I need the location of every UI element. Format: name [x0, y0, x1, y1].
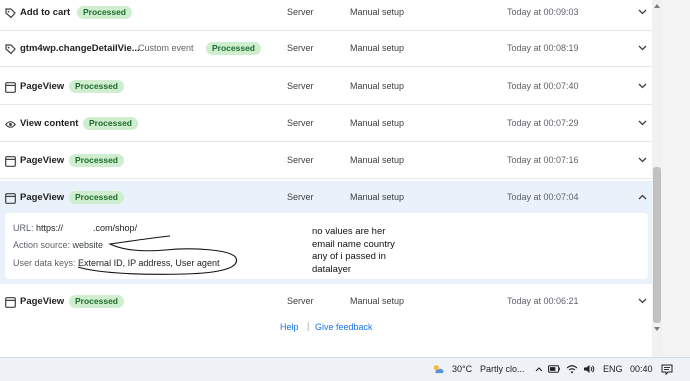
chevron-up-icon[interactable]	[637, 192, 647, 202]
browser-window-icon	[5, 297, 16, 308]
help-link[interactable]: Help	[280, 322, 299, 332]
give-feedback-link[interactable]: Give feedback	[315, 322, 373, 332]
setup-method: Manual setup	[350, 296, 405, 306]
detail-url-prefix: https://	[36, 223, 64, 233]
status-badge: Processed	[69, 295, 124, 308]
event-row[interactable]: View content Processed Server Manual set…	[0, 107, 652, 142]
cart-tag-icon	[5, 8, 16, 19]
event-row[interactable]: Add to cart Processed Server Manual setu…	[0, 0, 652, 31]
windows-taskbar: 30°C Partly clo... ENG 00:40	[0, 357, 690, 381]
event-name: PageView	[20, 155, 65, 166]
hand-drawn-arrow-annotation	[77, 235, 238, 275]
tag-icon	[5, 44, 16, 55]
setup-method: Manual setup	[350, 7, 405, 17]
event-source: Server	[287, 155, 314, 165]
status-badge: Processed	[69, 80, 124, 93]
event-timestamp: Today at 00:08:19	[507, 43, 579, 53]
event-row[interactable]: PageView Processed Server Manual setup T…	[0, 144, 652, 179]
notification-icon[interactable]	[661, 363, 673, 375]
battery-icon[interactable]	[548, 363, 560, 375]
event-source: Server	[287, 43, 314, 53]
event-row[interactable]: PageView Processed Server Manual setup T…	[0, 70, 652, 105]
browser-window-icon	[5, 193, 16, 204]
event-source: Server	[287, 81, 314, 91]
chevron-down-icon[interactable]	[637, 155, 647, 165]
event-timestamp: Today at 00:07:40	[507, 81, 579, 91]
browser-window-icon	[5, 82, 16, 93]
event-name: PageView	[20, 192, 65, 203]
event-source: Server	[287, 296, 314, 306]
setup-method: Manual setup	[350, 155, 405, 165]
weather-summary[interactable]: Partly clo...	[480, 364, 525, 374]
event-timestamp: Today at 00:07:16	[507, 155, 579, 165]
event-timestamp: Today at 00:07:04	[507, 192, 579, 202]
scrollbar-thumb[interactable]	[653, 167, 661, 323]
event-timestamp: Today at 00:06:21	[507, 296, 579, 306]
event-source: Server	[287, 192, 314, 202]
volume-icon[interactable]	[583, 363, 595, 375]
event-row[interactable]: gtm4wp.changeDetailVie... Custom event P…	[0, 32, 652, 67]
handwritten-note: no values are her email name country any…	[312, 226, 395, 275]
wifi-icon[interactable]	[566, 363, 578, 375]
chevron-down-icon[interactable]	[637, 43, 647, 53]
detail-action-label: Action source:	[13, 240, 71, 250]
setup-method: Manual setup	[350, 81, 405, 91]
event-name: Add to cart	[20, 7, 71, 18]
scroll-up-arrow-icon[interactable]	[653, 2, 661, 10]
event-row[interactable]: PageView Processed Server Manual setup T…	[0, 285, 652, 320]
status-badge: Processed	[77, 6, 132, 19]
link-separator: |	[307, 321, 310, 331]
events-list-panel: Add to cart Processed Server Manual setu…	[0, 0, 652, 357]
event-source: Server	[287, 118, 314, 128]
chevron-down-icon[interactable]	[637, 81, 647, 91]
event-type-label: Custom event	[138, 43, 194, 53]
event-name: PageView	[20, 81, 65, 92]
event-name: gtm4wp.changeDetailVie...	[20, 43, 140, 54]
event-name: PageView	[20, 296, 65, 307]
chevron-down-icon[interactable]	[637, 118, 647, 128]
setup-method: Manual setup	[350, 192, 405, 202]
vertical-scrollbar[interactable]	[652, 0, 662, 357]
setup-method: Manual setup	[350, 43, 405, 53]
event-timestamp: Today at 00:07:29	[507, 118, 579, 128]
temperature[interactable]: 30°C	[452, 364, 472, 374]
event-name: View content	[20, 118, 79, 129]
browser-window-icon	[5, 156, 16, 167]
chevron-down-icon[interactable]	[637, 296, 647, 306]
status-badge: Processed	[69, 191, 124, 204]
window-edge	[662, 0, 690, 357]
chevron-down-icon[interactable]	[637, 7, 647, 17]
system-clock[interactable]: 00:40	[630, 364, 653, 374]
event-timestamp: Today at 00:09:03	[507, 7, 579, 17]
status-badge: Processed	[206, 42, 261, 55]
input-language[interactable]: ENG	[603, 364, 623, 374]
detail-keys-label: User data keys:	[13, 258, 76, 268]
chevron-up-icon[interactable]	[533, 363, 545, 375]
detail-url-label: URL:	[13, 223, 34, 233]
status-badge: Processed	[83, 117, 138, 130]
event-source: Server	[287, 7, 314, 17]
weather-partly-cloudy-icon[interactable]	[432, 363, 444, 375]
scroll-down-arrow-icon[interactable]	[653, 325, 661, 333]
status-badge: Processed	[69, 154, 124, 167]
setup-method: Manual setup	[350, 118, 405, 128]
eye-icon	[5, 119, 16, 130]
